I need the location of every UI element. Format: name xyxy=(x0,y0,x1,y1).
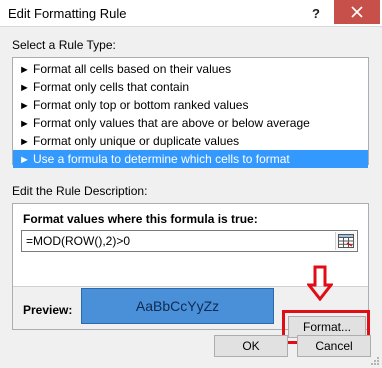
rule-type-item-above-below-average[interactable]: ► Format only values that are above or be… xyxy=(13,114,368,132)
range-selector-icon xyxy=(338,234,354,248)
rule-type-item-unique-duplicate[interactable]: ► Format only unique or duplicate values xyxy=(13,132,368,150)
rule-arrow-icon: ► xyxy=(19,82,30,94)
rule-arrow-icon: ► xyxy=(19,100,30,112)
rule-type-item-top-bottom[interactable]: ► Format only top or bottom ranked values xyxy=(13,96,368,114)
rule-type-item-label: Format all cells based on their values xyxy=(33,62,232,76)
rule-arrow-icon: ► xyxy=(19,64,30,76)
formula-label: Format values where this formula is true… xyxy=(23,212,258,226)
rule-type-item-label: Format only top or bottom ranked values xyxy=(33,98,249,112)
window-title: Edit Formatting Rule xyxy=(8,6,127,21)
format-preview: AaBbCcYyZz xyxy=(81,288,274,324)
rule-type-item-use-formula[interactable]: ► Use a formula to determine which cells … xyxy=(13,150,368,168)
preview-label: Preview: xyxy=(23,303,73,317)
formula-input[interactable] xyxy=(22,231,340,251)
rule-type-item-cells-contain[interactable]: ► Format only cells that contain xyxy=(13,78,368,96)
ok-button[interactable]: OK xyxy=(214,335,288,357)
close-icon xyxy=(351,6,363,18)
rule-arrow-icon: ► xyxy=(19,154,30,166)
cancel-button[interactable]: Cancel xyxy=(297,335,371,357)
rule-arrow-icon: ► xyxy=(19,136,30,148)
collapse-dialog-button[interactable] xyxy=(335,232,356,250)
formula-field[interactable] xyxy=(21,230,358,252)
rule-type-item-label: Format only unique or duplicate values xyxy=(33,134,240,148)
rule-type-item-all-cells[interactable]: ► Format all cells based on their values xyxy=(13,60,368,78)
rule-type-item-label: Format only values that are above or bel… xyxy=(33,116,310,130)
rule-type-item-label: Use a formula to determine which cells t… xyxy=(33,152,290,166)
rule-description-label: Edit the Rule Description: xyxy=(12,184,148,198)
close-button[interactable] xyxy=(334,0,380,24)
help-button[interactable]: ? xyxy=(307,4,325,22)
title-bar: Edit Formatting Rule ? xyxy=(0,0,382,27)
dialog-body: Select a Rule Type: ► Format all cells ba… xyxy=(0,27,382,368)
red-arrow-annotation xyxy=(307,265,333,301)
rule-type-item-label: Format only cells that contain xyxy=(33,80,190,94)
rule-type-list[interactable]: ► Format all cells based on their values … xyxy=(12,57,369,168)
rule-arrow-icon: ► xyxy=(19,118,30,130)
resize-grip-icon[interactable] xyxy=(370,356,380,366)
rule-type-label: Select a Rule Type: xyxy=(12,38,116,52)
